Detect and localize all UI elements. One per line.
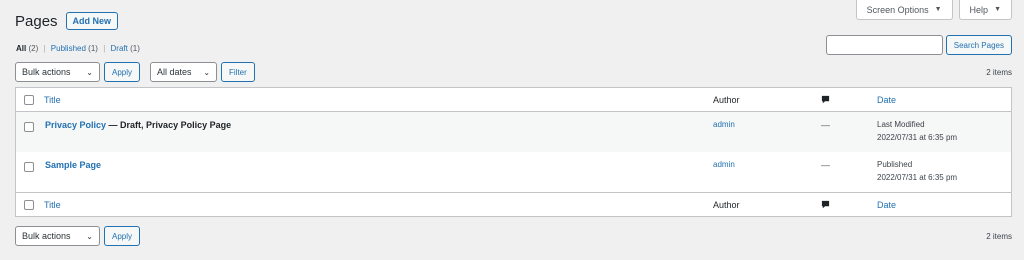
- date-status: Published: [877, 160, 913, 169]
- bulk-actions-value: Bulk actions: [22, 67, 71, 77]
- date-value: 2022/07/31 at 6:35 pm: [877, 173, 958, 182]
- select-all-checkbox[interactable]: [24, 200, 34, 210]
- comments-count: —: [821, 120, 830, 130]
- page-header: Pages Add New: [15, 12, 119, 30]
- title-column-header[interactable]: Title: [44, 95, 61, 105]
- status-views: All (2) | Published (1) | Draft (1): [16, 44, 140, 53]
- page-state: — Draft, Privacy Policy Page: [106, 120, 232, 130]
- row-checkbox[interactable]: [24, 162, 34, 172]
- items-count: 2 items: [986, 67, 1012, 77]
- date-column-footer[interactable]: Date: [877, 200, 896, 210]
- dates-select[interactable]: All dates ⌄: [150, 62, 218, 82]
- date-column-header[interactable]: Date: [877, 95, 896, 105]
- date-value: 2022/07/31 at 6:35 pm: [877, 133, 958, 142]
- chevron-down-icon: ⌄: [203, 67, 211, 77]
- chevron-down-icon: ⌄: [86, 231, 93, 241]
- select-all-checkbox[interactable]: [24, 95, 34, 105]
- screen-meta: Screen Options ▼ Help ▼: [855, 0, 1012, 20]
- table-footer: Title Author Date: [16, 192, 1011, 216]
- author-link[interactable]: admin: [713, 120, 735, 129]
- help-label: Help: [969, 4, 989, 15]
- tablenav-top: Bulk actions ⌄ Apply All dates ⌄ Filter …: [15, 61, 1012, 83]
- page-title-cell: Sample Page: [45, 160, 101, 170]
- date-cell: Last Modified 2022/07/31 at 6:35 pm: [877, 118, 957, 144]
- table-row: Sample Page admin — Published 2022/07/31…: [16, 152, 1011, 192]
- author-column-footer: Author: [713, 200, 740, 210]
- view-all-link[interactable]: All: [16, 44, 26, 53]
- screen-options-button[interactable]: Screen Options ▼: [855, 0, 953, 20]
- help-button[interactable]: Help ▼: [958, 0, 1012, 20]
- search-pages-button[interactable]: Search Pages: [945, 35, 1012, 55]
- table-header: Title Author Date: [16, 88, 1011, 112]
- view-published-count: (1): [88, 44, 98, 53]
- title-column-footer[interactable]: Title: [44, 200, 61, 210]
- search-box: Search Pages: [825, 35, 1012, 55]
- filter-button[interactable]: Filter: [221, 62, 255, 82]
- page-title: Pages: [15, 12, 58, 30]
- page-title-cell: Privacy Policy — Draft, Privacy Policy P…: [45, 120, 231, 130]
- author-link[interactable]: admin: [713, 160, 735, 169]
- pages-table: Title Author Date Privacy Policy — Draft…: [15, 87, 1012, 217]
- comments-count: —: [821, 160, 830, 170]
- view-separator: |: [43, 44, 46, 53]
- comment-bubble-icon: [821, 200, 830, 209]
- apply-button[interactable]: Apply: [104, 226, 141, 246]
- author-column-header: Author: [713, 95, 740, 105]
- apply-button[interactable]: Apply: [104, 62, 141, 82]
- caret-down-icon: ▼: [934, 6, 942, 13]
- comments-column-header: [821, 95, 830, 104]
- caret-down-icon: ▼: [994, 6, 1001, 13]
- comments-column-footer: [821, 200, 830, 209]
- table-row: Privacy Policy — Draft, Privacy Policy P…: [16, 112, 1011, 152]
- dates-value: All dates: [157, 67, 192, 77]
- chevron-down-icon: ⌄: [86, 67, 93, 77]
- screen-options-label: Screen Options: [866, 4, 929, 15]
- row-checkbox[interactable]: [24, 122, 34, 132]
- bulk-actions-select[interactable]: Bulk actions ⌄: [15, 226, 100, 246]
- items-count: 2 items: [986, 231, 1012, 241]
- date-cell: Published 2022/07/31 at 6:35 pm: [877, 158, 957, 184]
- view-separator: |: [103, 44, 106, 53]
- search-input[interactable]: [825, 35, 943, 55]
- view-all-count: (2): [28, 44, 39, 53]
- view-draft-link[interactable]: Draft: [111, 44, 128, 53]
- tablenav-bottom: Bulk actions ⌄ Apply 2 items: [15, 225, 1012, 247]
- view-all-label: All: [16, 44, 27, 53]
- page-title-link[interactable]: Sample Page: [45, 160, 101, 170]
- comment-bubble-icon: [821, 95, 830, 104]
- view-published-link[interactable]: Published: [51, 44, 86, 53]
- date-status: Last Modified: [877, 120, 925, 129]
- add-new-button[interactable]: Add New: [65, 12, 119, 30]
- view-draft-count: (1): [130, 44, 140, 53]
- bulk-actions-value: Bulk actions: [22, 231, 71, 241]
- bulk-actions-select[interactable]: Bulk actions ⌄: [15, 62, 100, 82]
- page-title-link[interactable]: Privacy Policy: [45, 120, 106, 130]
